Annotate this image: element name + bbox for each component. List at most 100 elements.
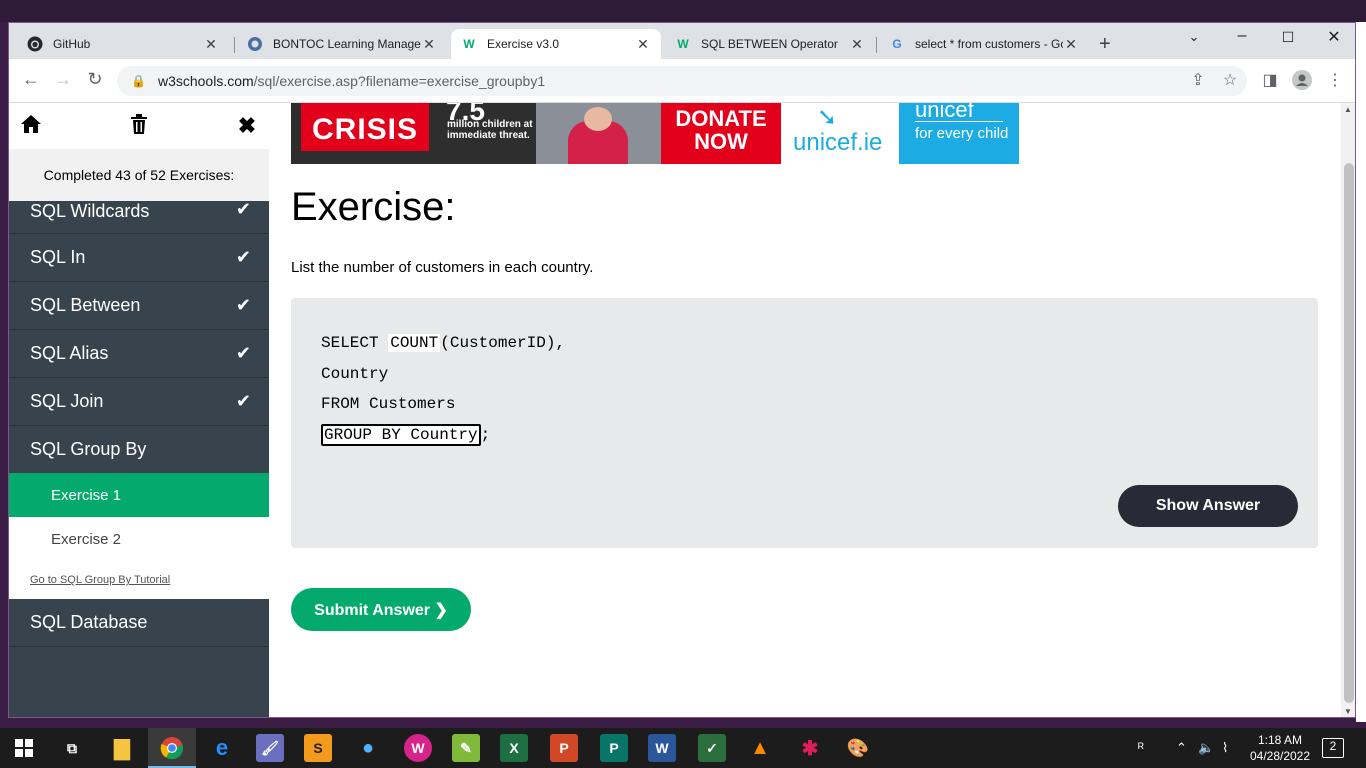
volume-icon[interactable]: 🔈 bbox=[1198, 740, 1214, 756]
chrome-icon[interactable] bbox=[158, 734, 186, 762]
cursor-click-icon: ➘ bbox=[817, 104, 838, 131]
url-field[interactable]: 🔒 w3schools.com/sql/exercise.asp?filenam… bbox=[117, 66, 1247, 96]
checkmark-icon: ✔ bbox=[235, 295, 251, 315]
close-window-button[interactable]: ✕ bbox=[1319, 27, 1349, 47]
notepad-icon[interactable]: ✎ bbox=[452, 734, 480, 762]
task-view-icon[interactable]: ⧉ bbox=[58, 734, 86, 762]
show-answer-button[interactable]: Show Answer bbox=[1118, 485, 1298, 527]
edge-icon[interactable]: e bbox=[208, 734, 236, 762]
ad-banner[interactable]: CRISIS 7.5 million children at immediate… bbox=[291, 103, 1019, 164]
windows-start-icon[interactable] bbox=[10, 734, 38, 762]
sidebar-subitem-exercise-2[interactable]: Exercise 2 bbox=[9, 517, 269, 561]
moodle-icon bbox=[247, 36, 263, 52]
ad-unicef-logo: unicef for every child bbox=[899, 103, 1019, 164]
publisher-icon[interactable]: P bbox=[600, 734, 628, 762]
scroll-down-icon[interactable]: ▼ bbox=[1344, 707, 1352, 716]
close-icon[interactable]: ✕ bbox=[421, 36, 437, 53]
sidebar-subitem-exercise-1[interactable]: Exercise 1 bbox=[9, 473, 269, 517]
wamp-icon[interactable]: W bbox=[404, 734, 432, 762]
word-icon[interactable]: W bbox=[648, 734, 676, 762]
bookmark-star-icon[interactable]: ☆ bbox=[1219, 70, 1241, 90]
home-icon[interactable] bbox=[17, 113, 45, 141]
google-icon: G bbox=[892, 37, 902, 51]
new-tab-button[interactable]: + bbox=[1099, 33, 1111, 56]
sidebar-item-label: SQL Wildcards bbox=[30, 200, 150, 221]
system-clock[interactable]: 1:18 AM 04/28/2022 bbox=[1245, 732, 1315, 764]
ad-crisis-text: CRISIS bbox=[301, 103, 429, 151]
notification-center-icon[interactable]: 2 bbox=[1322, 738, 1344, 758]
tab-bontoc[interactable]: BONTOC Learning Managem ✕ bbox=[237, 29, 447, 59]
cloud-app-icon[interactable]: ● bbox=[354, 734, 382, 762]
code-text: (CustomerID), bbox=[440, 334, 566, 352]
excel-icon[interactable]: X bbox=[500, 734, 528, 762]
tab-exercise[interactable]: W Exercise v3.0 ✕ bbox=[451, 29, 661, 59]
back-icon[interactable]: ← bbox=[19, 69, 43, 90]
w3schools-icon: W bbox=[677, 37, 689, 51]
checkmark-icon: ✔ bbox=[235, 343, 251, 363]
tab-google[interactable]: G select * from customers - Go ✕ bbox=[879, 29, 1089, 59]
tab-search-icon[interactable]: ⌄ bbox=[1179, 29, 1209, 45]
wifi-icon[interactable]: ⌇ bbox=[1222, 740, 1228, 756]
paint-palette-icon[interactable]: 🎨 bbox=[844, 734, 872, 762]
sidebar-item-label: SQL Database bbox=[30, 612, 148, 632]
sidebar-item-in[interactable]: SQL In ✔ bbox=[9, 234, 269, 282]
tab-title: Exercise v3.0 bbox=[487, 37, 560, 51]
clock-time: 1:18 AM bbox=[1257, 733, 1303, 747]
close-icon[interactable]: ✕ bbox=[635, 36, 651, 53]
exercise-description: List the number of customers in each cou… bbox=[291, 259, 594, 276]
people-icon[interactable]: ᴿ bbox=[1138, 740, 1144, 755]
answer-input-group-by[interactable]: GROUP BY Country bbox=[321, 423, 481, 446]
profile-icon[interactable] bbox=[1291, 70, 1313, 95]
clock-date: 04/28/2022 bbox=[1249, 749, 1311, 763]
tab-sql-between[interactable]: W SQL BETWEEN Operator ✕ bbox=[665, 29, 875, 59]
answer-input-count[interactable]: COUNT bbox=[388, 334, 441, 352]
share-icon[interactable]: ⇪ bbox=[1187, 70, 1209, 90]
forward-icon[interactable]: → bbox=[51, 69, 75, 90]
sidebar-item-wildcards[interactable]: SQL Wildcards ✔ bbox=[9, 199, 269, 234]
desktop-edge bbox=[1356, 22, 1366, 722]
sidebar-item-between[interactable]: SQL Between ✔ bbox=[9, 282, 269, 330]
trash-icon[interactable] bbox=[125, 113, 153, 141]
side-panel-icon[interactable]: ◨ bbox=[1259, 70, 1281, 90]
maximize-button[interactable]: ☐ bbox=[1273, 29, 1303, 46]
checkmark-icon: ✔ bbox=[235, 247, 251, 267]
close-icon[interactable]: ✕ bbox=[1063, 36, 1079, 53]
exercise-sidebar: ✖ Completed 43 of 52 Exercises: SQL Wild… bbox=[9, 103, 269, 717]
slack-icon[interactable]: ✱ bbox=[796, 734, 824, 762]
tab-divider bbox=[876, 37, 877, 53]
sidebar-item-database[interactable]: SQL Database bbox=[9, 599, 269, 647]
github-icon bbox=[27, 36, 43, 52]
tray-chevron-icon[interactable]: ⌃ bbox=[1176, 740, 1187, 756]
scrollbar[interactable]: ▲ ▼ bbox=[1341, 103, 1355, 717]
scrollbar-thumb[interactable] bbox=[1344, 163, 1354, 703]
browser-window: GitHub ✕ BONTOC Learning Managem ✕ W Exe… bbox=[8, 22, 1356, 718]
powerpoint-icon[interactable]: P bbox=[550, 734, 578, 762]
sidebar-item-alias[interactable]: SQL Alias ✔ bbox=[9, 330, 269, 378]
sidebar-item-label: SQL In bbox=[30, 247, 86, 267]
page-title: Exercise: bbox=[291, 185, 456, 229]
file-explorer-icon[interactable]: ▇ bbox=[108, 734, 136, 762]
close-icon[interactable]: ✕ bbox=[849, 36, 865, 53]
paint-app-icon[interactable]: 🖌 bbox=[256, 734, 284, 762]
w3schools-icon: W bbox=[463, 37, 475, 51]
vlc-icon[interactable]: ▲ bbox=[746, 734, 774, 762]
close-icon[interactable]: ✕ bbox=[203, 36, 219, 53]
close-icon[interactable]: ✖ bbox=[233, 113, 261, 139]
security-app-icon[interactable]: ✓ bbox=[698, 734, 726, 762]
minimize-button[interactable]: – bbox=[1227, 27, 1257, 45]
sidebar-item-group-by[interactable]: SQL Group By bbox=[9, 426, 269, 474]
ad-donate-text: DONATE NOW bbox=[661, 103, 781, 164]
menu-icon[interactable]: ⋮ bbox=[1324, 70, 1346, 90]
sidebar-item-label: SQL Group By bbox=[30, 439, 147, 459]
scroll-up-icon[interactable]: ▲ bbox=[1344, 105, 1352, 114]
page-viewport: ✖ Completed 43 of 52 Exercises: SQL Wild… bbox=[9, 103, 1355, 717]
sidebar-item-join[interactable]: SQL Join ✔ bbox=[9, 378, 269, 426]
tab-title: GitHub bbox=[53, 37, 91, 51]
sublime-icon[interactable]: S bbox=[304, 734, 332, 762]
desktop-strip bbox=[0, 0, 1366, 22]
tab-github[interactable]: GitHub ✕ bbox=[17, 29, 229, 59]
reload-icon[interactable]: ↻ bbox=[83, 69, 107, 90]
url-host: w3schools.com bbox=[157, 73, 254, 89]
tutorial-link[interactable]: Go to SQL Group By Tutorial bbox=[9, 561, 269, 599]
submit-answer-button[interactable]: Submit Answer ❯ bbox=[291, 588, 471, 631]
